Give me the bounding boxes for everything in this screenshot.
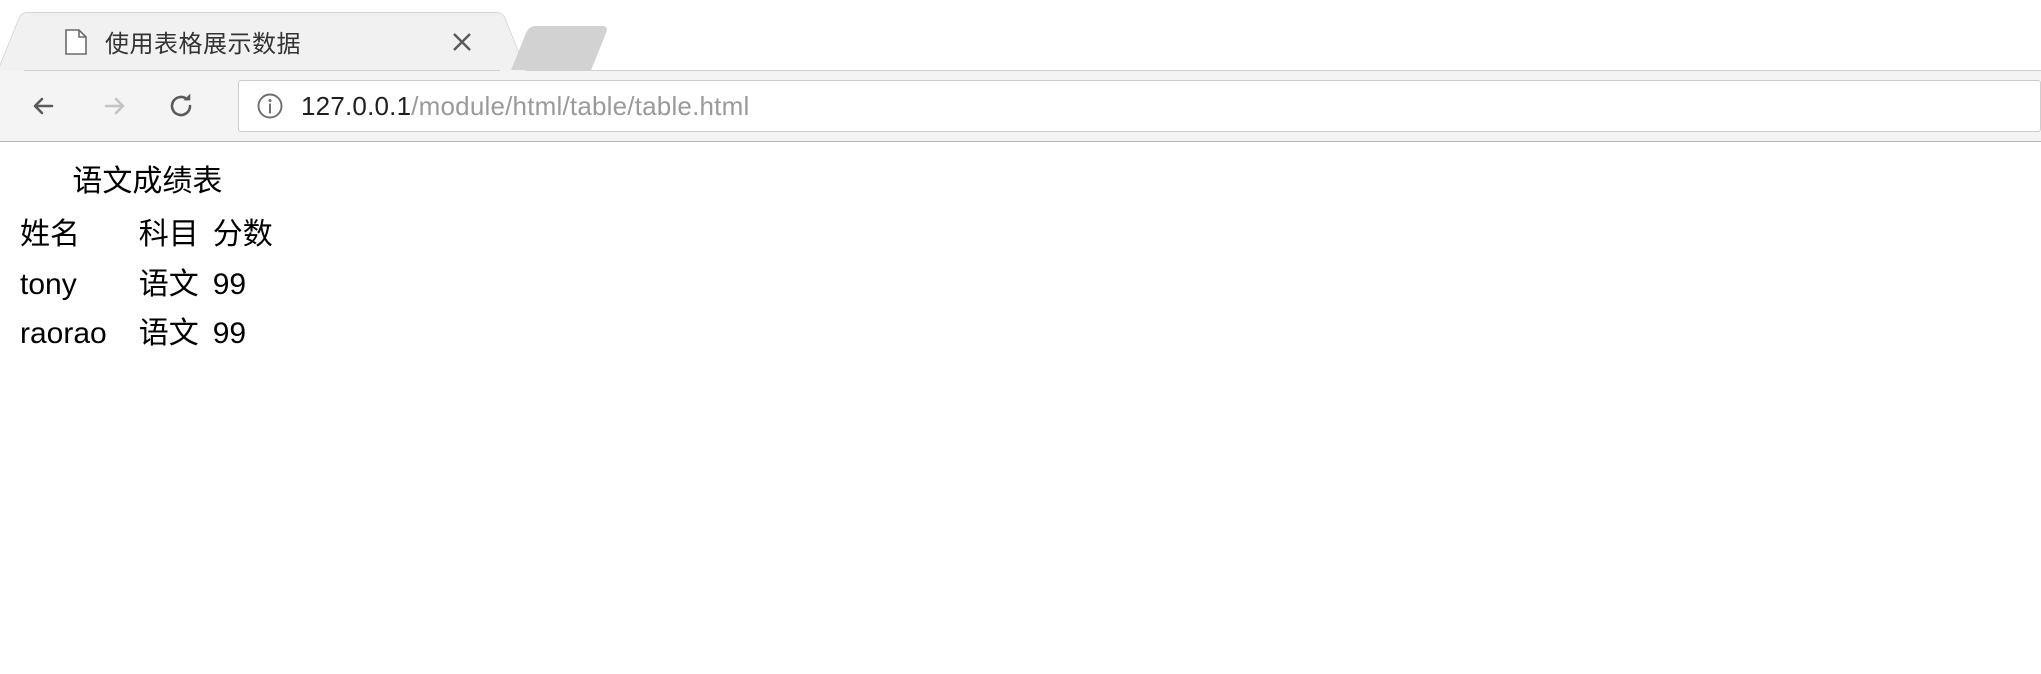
table-row: raorao 语文 99 — [14, 309, 281, 359]
info-circle-icon[interactable] — [255, 91, 285, 121]
tab-title: 使用表格展示数据 — [105, 31, 301, 58]
cell-subject: 语文 — [138, 317, 199, 350]
score-table: 语文成绩表 姓名 科目 分数 tony 语文 99 raorao 语文 99 — [14, 156, 281, 359]
table-caption: 语文成绩表 — [72, 165, 223, 198]
column-header-subject: 科目 — [138, 218, 199, 251]
reload-icon[interactable] — [154, 79, 208, 133]
tab-active[interactable]: 使用表格展示数据 — [22, 12, 502, 70]
column-header-score: 分数 — [212, 218, 273, 251]
forward-icon — [86, 79, 140, 133]
browser-window: 使用表格展示数据 127.0.0.1/module/html/table/tab… — [0, 0, 2041, 674]
table-row: tony 语文 99 — [14, 260, 281, 310]
cell-score: 99 — [212, 267, 247, 301]
cell-name: raorao — [20, 317, 107, 350]
url-path: /module/html/table/table.html — [411, 90, 750, 121]
cell-subject: 语文 — [138, 267, 199, 301]
page-viewport: 语文成绩表 姓名 科目 分数 tony 语文 99 raorao 语文 99 — [0, 142, 2041, 674]
page-icon — [65, 28, 87, 55]
column-header-name: 姓名 — [20, 218, 80, 251]
table-header-row: 姓名 科目 分数 — [14, 210, 281, 260]
table-head: 姓名 科目 分数 — [14, 210, 281, 260]
address-bar[interactable]: 127.0.0.1/module/html/table/table.html — [238, 80, 2041, 132]
cell-name: tony — [20, 267, 77, 301]
tab-inactive-placeholder[interactable] — [511, 26, 609, 70]
browser-toolbar: 127.0.0.1/module/html/table/table.html — [0, 70, 2041, 142]
back-icon[interactable] — [18, 79, 72, 133]
url-text: 127.0.0.1/module/html/table/table.html — [301, 91, 749, 122]
close-icon[interactable] — [445, 25, 479, 59]
table-body: tony 语文 99 raorao 语文 99 — [14, 260, 281, 359]
tab-strip: 使用表格展示数据 — [0, 0, 2041, 70]
cell-score: 99 — [212, 317, 247, 350]
url-host: 127.0.0.1 — [301, 90, 412, 121]
